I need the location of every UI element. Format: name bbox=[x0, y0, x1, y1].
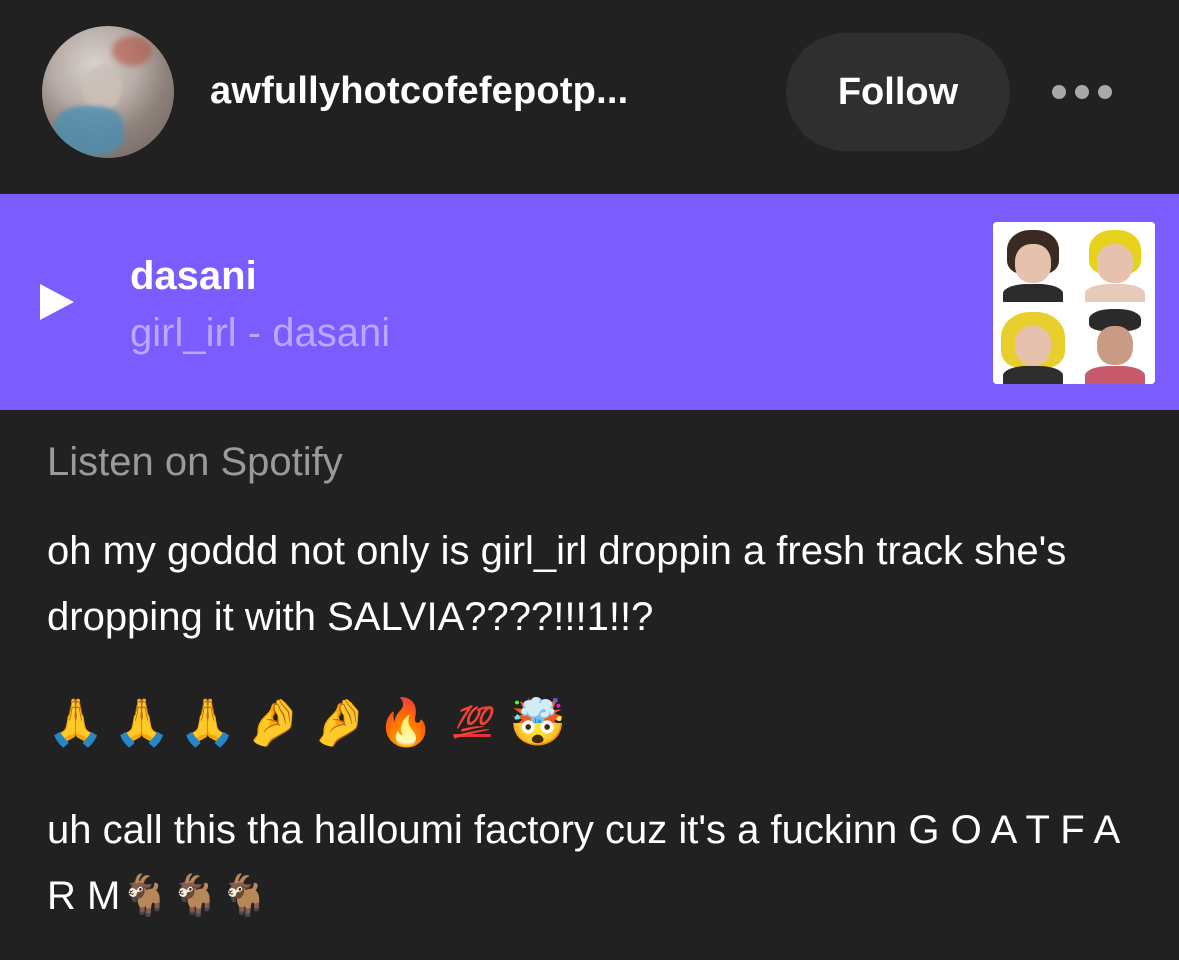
listen-on-spotify-link[interactable]: Listen on Spotify bbox=[47, 440, 343, 485]
username-link[interactable]: awfullyhotcofefepotp... bbox=[210, 70, 740, 113]
dot bbox=[1098, 85, 1112, 99]
album-art-face bbox=[1075, 222, 1155, 302]
folded-hands-emoji-icon: 🙏 bbox=[113, 694, 171, 749]
avatar-detail bbox=[54, 106, 124, 156]
dot bbox=[1075, 85, 1089, 99]
pinched-fingers-emoji-icon: 🤌 bbox=[245, 694, 303, 749]
avatar-detail bbox=[82, 66, 122, 110]
post-text-paragraph: oh my goddd not only is girl_irl droppin… bbox=[47, 529, 1067, 639]
folded-hands-emoji-icon: 🙏 bbox=[47, 694, 105, 749]
post-text-paragraph: uh call this tha halloumi factory cuz it… bbox=[47, 808, 1119, 918]
play-icon[interactable] bbox=[40, 284, 74, 320]
pinched-fingers-emoji-icon: 🤌 bbox=[311, 694, 369, 749]
album-art-face bbox=[993, 222, 1073, 302]
exploding-head-emoji-icon: 🤯 bbox=[509, 694, 567, 749]
more-options-icon[interactable] bbox=[1052, 82, 1112, 102]
fire-emoji-icon: 🔥 bbox=[377, 694, 435, 749]
track-artist: girl_irl - dasani bbox=[130, 311, 391, 355]
post-header: awfullyhotcofefepotp... Follow bbox=[0, 0, 1179, 194]
album-art-face bbox=[1075, 304, 1155, 384]
hundred-points-emoji-icon: 💯 bbox=[453, 704, 491, 740]
emoji-row: 🙏 🙏 🙏 🤌 🤌 🔥 💯 🤯 bbox=[45, 692, 569, 752]
avatar-detail bbox=[112, 36, 152, 66]
user-avatar[interactable] bbox=[42, 26, 174, 158]
audio-player-card[interactable]: dasani girl_irl - dasani bbox=[0, 194, 1179, 410]
dot bbox=[1052, 85, 1066, 99]
follow-button[interactable]: Follow bbox=[786, 33, 1010, 151]
track-title: dasani bbox=[130, 254, 257, 298]
folded-hands-emoji-icon: 🙏 bbox=[179, 694, 237, 749]
album-art-image bbox=[993, 222, 1155, 384]
album-art-face bbox=[993, 304, 1073, 384]
